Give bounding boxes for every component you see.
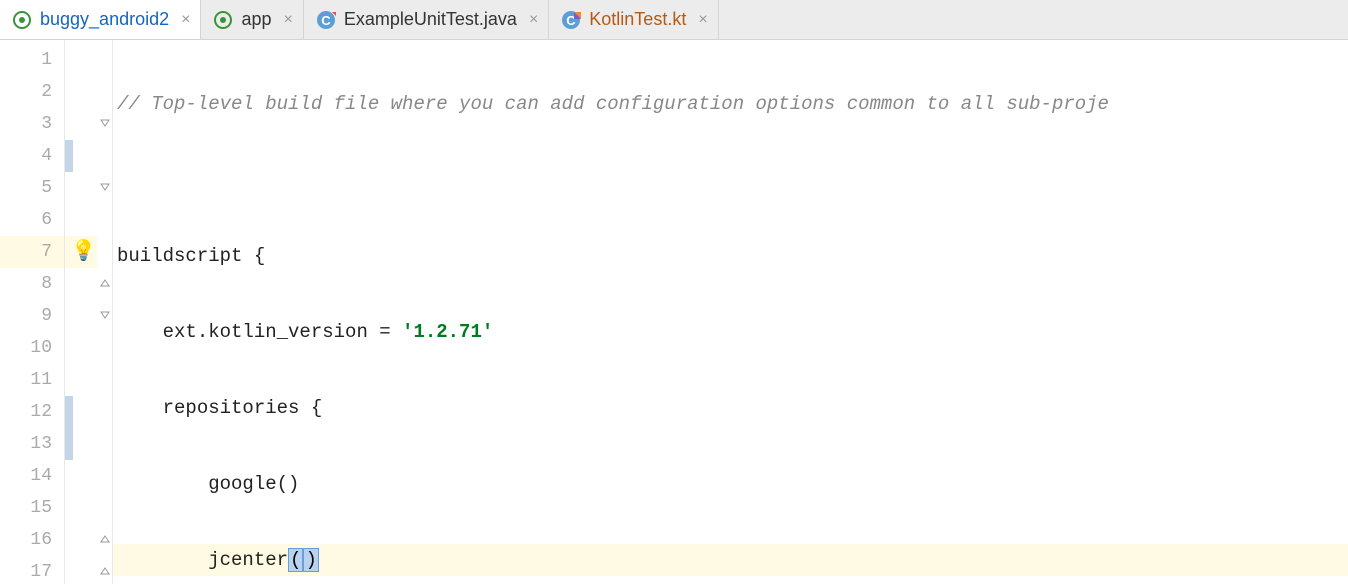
line-number-gutter[interactable]: 1234567891011121314151617 (0, 40, 65, 584)
code-editor[interactable]: // Top-level build file where you can ad… (113, 40, 1348, 584)
line-number[interactable]: 2 (0, 76, 64, 108)
fold-close-icon[interactable] (99, 566, 111, 578)
line-number[interactable]: 12 (0, 396, 64, 428)
fold-open-icon[interactable] (99, 182, 111, 194)
close-icon[interactable]: × (181, 11, 190, 29)
line-number[interactable]: 5 (0, 172, 64, 204)
fold-open-icon[interactable] (99, 118, 111, 130)
code-line[interactable] (113, 164, 1348, 196)
close-icon[interactable]: × (529, 11, 538, 29)
line-number[interactable]: 3 (0, 108, 64, 140)
fold-close-icon[interactable] (99, 278, 111, 290)
code-text: google() (117, 473, 299, 495)
code-line[interactable]: buildscript { (113, 240, 1348, 272)
change-marker (65, 140, 73, 172)
comment-text: // Top-level build file where you can ad… (117, 93, 1109, 115)
tab-label: KotlinTest.kt (589, 9, 686, 30)
line-number[interactable]: 17 (0, 556, 64, 588)
line-number[interactable]: 7 (0, 236, 64, 268)
line-number[interactable]: 6 (0, 204, 64, 236)
gradle-icon (12, 10, 32, 30)
code-text: ext.kotlin_version = (117, 321, 402, 343)
close-icon[interactable]: × (284, 11, 293, 29)
line-number[interactable]: 9 (0, 300, 64, 332)
tab-label: app (241, 9, 271, 30)
code-line[interactable]: // Top-level build file where you can ad… (113, 88, 1348, 120)
code-text: buildscript { (117, 245, 265, 267)
tab-label: buggy_android2 (40, 9, 169, 30)
matched-bracket: ( (288, 548, 303, 572)
tab-bar: buggy_android2 × app × C ExampleUnitTest… (0, 0, 1348, 40)
code-line-current[interactable]: jcenter() (113, 544, 1348, 576)
editor-area: 1234567891011121314151617 💡 // Top-level… (0, 40, 1348, 584)
tab-label: ExampleUnitTest.java (344, 9, 517, 30)
code-line[interactable]: ext.kotlin_version = '1.2.71' (113, 316, 1348, 348)
fold-open-icon[interactable] (99, 310, 111, 322)
kotlin-class-icon: C (561, 10, 581, 30)
gradle-icon (213, 10, 233, 30)
code-line[interactable]: google() (113, 468, 1348, 500)
change-marker (65, 396, 73, 428)
fold-gutter[interactable] (97, 40, 113, 584)
marker-gutter: 💡 (65, 40, 97, 584)
change-marker (65, 428, 73, 460)
code-text: jcenter (117, 549, 288, 571)
fold-close-icon[interactable] (99, 534, 111, 546)
line-number[interactable]: 4 (0, 140, 64, 172)
tab-buggy-android2[interactable]: buggy_android2 × (0, 0, 201, 39)
code-text: repositories { (117, 397, 322, 419)
line-number[interactable]: 11 (0, 364, 64, 396)
java-class-icon: C (316, 10, 336, 30)
line-number[interactable]: 16 (0, 524, 64, 556)
code-line[interactable]: repositories { (113, 392, 1348, 424)
tab-kotlin-test[interactable]: C KotlinTest.kt × (549, 0, 718, 39)
tab-example-unit-test[interactable]: C ExampleUnitTest.java × (304, 0, 549, 39)
line-number[interactable]: 10 (0, 332, 64, 364)
tab-app[interactable]: app × (201, 0, 303, 39)
line-number[interactable]: 14 (0, 460, 64, 492)
line-number[interactable]: 15 (0, 492, 64, 524)
line-number[interactable]: 1 (0, 44, 64, 76)
matched-bracket: ) (303, 548, 318, 572)
line-number[interactable]: 8 (0, 268, 64, 300)
intention-bulb-icon[interactable]: 💡 (71, 238, 96, 263)
string-literal: '1.2.71' (402, 321, 493, 343)
svg-text:C: C (321, 13, 331, 28)
close-icon[interactable]: × (698, 11, 707, 29)
line-number[interactable]: 13 (0, 428, 64, 460)
